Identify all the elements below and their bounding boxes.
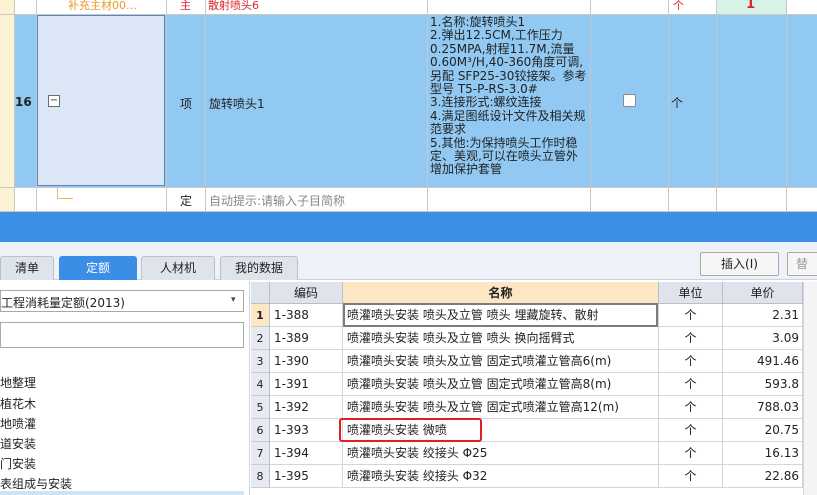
row-type: 项 [180, 97, 193, 111]
tab-bill[interactable]: 清单 [0, 256, 54, 280]
cell-code[interactable]: 1-389 [270, 327, 343, 350]
cell-code[interactable]: 1-390 [270, 350, 343, 373]
prev-row-name: 散射喷头6 [208, 0, 259, 12]
row-unit: 个 [671, 96, 684, 110]
insert-button[interactable]: 插入(I) [700, 252, 779, 276]
cell-code[interactable]: 1-388 [270, 304, 343, 327]
quota-library-value: 工程消耗量定额(2013) [1, 296, 125, 310]
cell-unit[interactable]: 个 [659, 419, 723, 442]
collapse-toggle-icon[interactable]: − [48, 95, 60, 107]
grid-line [590, 0, 591, 212]
cell-code[interactable]: 1-395 [270, 465, 343, 488]
row-number-cell [0, 14, 15, 187]
sub-row-hint[interactable]: 自动提示:请输入子目简称 [209, 192, 345, 209]
cell-name[interactable]: 喷灌喷头安装 喷头及立管 固定式喷灌立管高8(m) [343, 373, 659, 396]
quota-library-select[interactable]: 工程消耗量定额(2013) ▾ [0, 290, 244, 312]
row-number: 4 [251, 373, 270, 396]
row-name[interactable]: 旋转喷头1 [209, 95, 265, 112]
header-corner [251, 282, 270, 304]
grid-line [668, 0, 669, 212]
tree-item[interactable]: 地喷灌 [0, 415, 36, 432]
cell-price[interactable]: 788.03 [723, 396, 803, 419]
cell-unit[interactable]: 个 [659, 373, 723, 396]
header-code[interactable]: 编码 [270, 282, 343, 304]
cell-name[interactable]: 喷灌喷头安装 绞接头 Φ25 [343, 442, 659, 465]
row-number: 7 [251, 442, 270, 465]
grid-line [716, 0, 717, 212]
grid-line [205, 0, 206, 212]
grid-line [166, 0, 167, 212]
row-number-cell [0, 187, 15, 212]
header-price[interactable]: 单价 [723, 282, 803, 304]
row-number: 8 [251, 465, 270, 488]
row-number-cell [0, 0, 15, 14]
highlight-annotation-box [339, 418, 482, 442]
bill-grid: 补充主材00… 主 散射喷头6 个 1 16 − 项 旋转喷头1 1.名称:旋转… [0, 0, 817, 212]
prev-row-type: 主 [180, 0, 191, 12]
grid-line [0, 187, 817, 188]
grid-line [427, 0, 428, 212]
replace-button[interactable]: 替 [787, 252, 817, 276]
cell-price[interactable]: 3.09 [723, 327, 803, 350]
tree-item[interactable]: 植花木 [0, 395, 36, 412]
tab-labor-material-machine[interactable]: 人材机 [141, 256, 215, 280]
prev-row-name-partial: 补充主材00… [68, 0, 137, 12]
cell-price[interactable]: 593.8 [723, 373, 803, 396]
header-unit[interactable]: 单位 [659, 282, 723, 304]
cell-price[interactable]: 22.86 [723, 465, 803, 488]
row-number: 5 [251, 396, 270, 419]
grid-line [786, 0, 787, 212]
tab-my-data[interactable]: 我的数据 [220, 256, 298, 280]
row-description[interactable]: 1.名称:旋转喷头1 2.弹出12.5CM,工作压力 0.25MPA,射程11.… [430, 15, 590, 177]
panel-splitter[interactable] [0, 212, 817, 242]
cell-code[interactable]: 1-393 [270, 419, 343, 442]
prev-row-qty: 1 [746, 0, 756, 12]
row-number: 1 [251, 304, 270, 327]
row-number: 16 [15, 95, 32, 109]
tree-connector [57, 198, 73, 199]
quota-tree-pane [0, 281, 250, 495]
table-scrollbar[interactable] [803, 282, 817, 495]
cell-name[interactable]: 喷灌喷头安装 喷头及立管 喷头 换向摇臂式 [343, 327, 659, 350]
row-number: 2 [251, 327, 270, 350]
cell-price[interactable]: 491.46 [723, 350, 803, 373]
header-name[interactable]: 名称 [343, 282, 659, 304]
focused-cell-outline [343, 303, 658, 327]
tree-item[interactable]: 地整理 [0, 374, 36, 391]
tree-item[interactable]: 道安装 [0, 435, 36, 452]
tree-item[interactable]: 表组成与安装 [0, 475, 72, 492]
cell-unit[interactable]: 个 [659, 304, 723, 327]
cell-unit[interactable]: 个 [659, 396, 723, 419]
cell-price[interactable]: 20.75 [723, 419, 803, 442]
cell-unit[interactable]: 个 [659, 327, 723, 350]
cell-name[interactable]: 喷灌喷头安装 喷头及立管 固定式喷灌立管高12(m) [343, 396, 659, 419]
cell-code[interactable]: 1-391 [270, 373, 343, 396]
cell-unit[interactable]: 个 [659, 465, 723, 488]
chevron-down-icon[interactable]: ▾ [231, 295, 236, 305]
grid-line [0, 14, 817, 15]
cell-name[interactable]: 喷灌喷头安装 绞接头 Φ32 [343, 465, 659, 488]
cell-price[interactable]: 16.13 [723, 442, 803, 465]
row-number: 3 [251, 350, 270, 373]
row-number: 6 [251, 419, 270, 442]
tab-quota[interactable]: 定额 [59, 256, 137, 280]
sub-row-type: 定 [180, 194, 193, 208]
prev-row-unit: 个 [673, 0, 684, 12]
cell-code[interactable]: 1-392 [270, 396, 343, 419]
cell-price[interactable]: 2.31 [723, 304, 803, 327]
cell-code[interactable]: 1-394 [270, 442, 343, 465]
quota-search-input[interactable] [0, 322, 244, 348]
grid-line [36, 0, 37, 212]
tree-item[interactable]: 门安装 [0, 455, 36, 472]
cell-unit[interactable]: 个 [659, 442, 723, 465]
row-checkbox[interactable] [623, 94, 636, 107]
tree-item-selected[interactable] [0, 491, 244, 495]
cell-name[interactable]: 喷灌喷头安装 喷头及立管 固定式喷灌立管高6(m) [343, 350, 659, 373]
cell-unit[interactable]: 个 [659, 350, 723, 373]
